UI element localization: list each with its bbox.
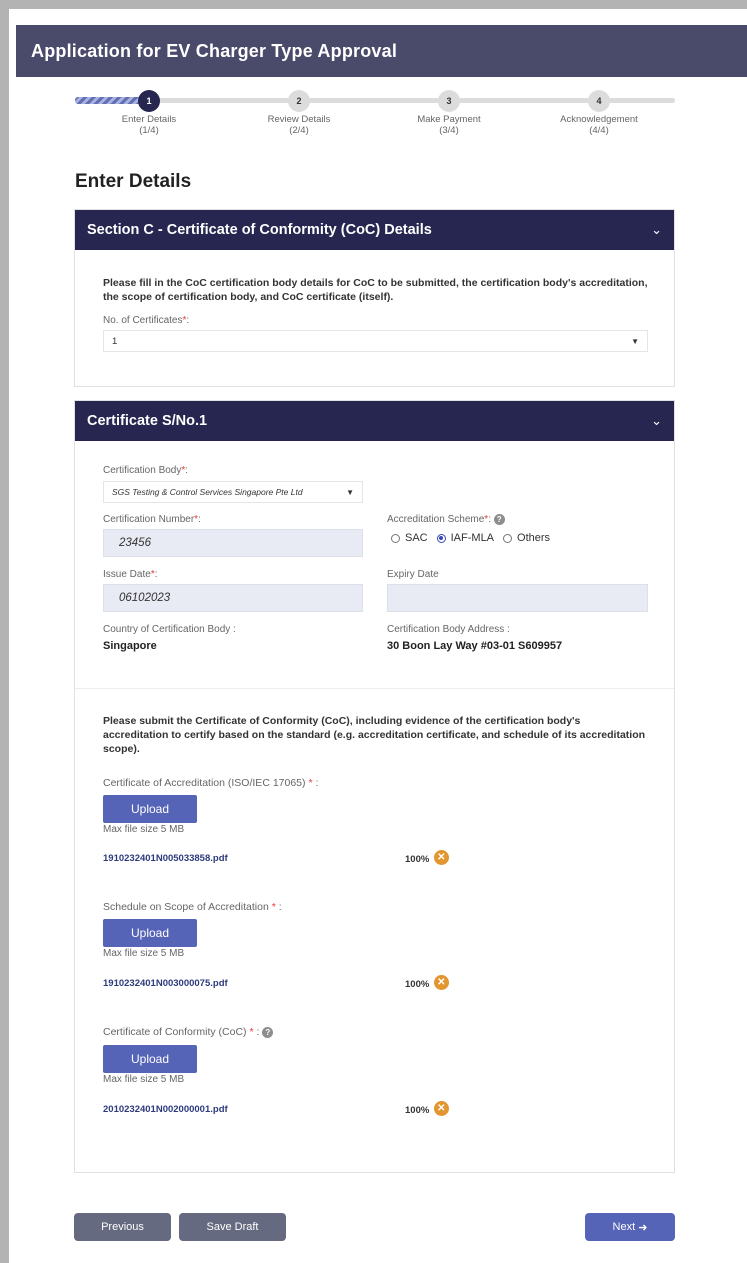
section-c-header[interactable]: Section C - Certificate of Conformity (C… [75,210,674,250]
close-circle-icon[interactable]: ✕ [433,975,449,991]
radio-sac-label: SAC [405,532,428,544]
coc-upload-button[interactable]: Upload [103,1045,197,1073]
scope-accreditation-file-link[interactable]: 1910232401N003000075.pdf [103,978,228,989]
step-number: 2 [288,90,310,112]
issue-date-input[interactable]: 06102023 [103,584,363,612]
section-c-title: Section C - Certificate of Conformity (C… [87,222,432,238]
previous-button[interactable]: Previous [74,1213,171,1241]
page-heading: Enter Details [75,171,192,192]
radio-others-label: Others [517,532,551,544]
step-enter-details[interactable]: 1 Enter Details (1/4) [94,90,204,136]
address-value: 30 Boon Lay Way #03-01 S609957 [387,640,563,652]
next-button[interactable]: Next ➜ [585,1213,675,1241]
coc-file-link[interactable]: 2010232401N002000001.pdf [103,1104,228,1115]
window-frame-top [0,0,747,9]
section-c-panel: Section C - Certificate of Conformity (C… [74,209,675,387]
step-number: 1 [138,90,160,112]
next-label: Next [612,1221,636,1233]
step-review-details[interactable]: 2 Review Details (2/4) [244,90,354,136]
radio-sac[interactable] [391,533,400,543]
radio-others[interactable] [503,533,513,543]
certification-body-select[interactable]: SGS Testing & Control Services Singapore… [103,481,363,503]
progress-percent: 100% [405,1105,430,1116]
step-count: (2/4) [289,125,309,136]
coc-progress: 100% ✕ [405,1100,449,1118]
num-certificates-value: 1 [112,335,118,347]
save-draft-button[interactable]: Save Draft [179,1213,286,1241]
accreditation-cert-label: Certificate of Accreditation (ISO/IEC 17… [103,777,319,789]
num-certificates-select[interactable]: 1 ▼ [103,330,648,352]
submit-instruction: Please submit the Certificate of Conform… [103,715,646,755]
step-number: 4 [588,90,610,112]
divider [75,688,674,689]
accreditation-cert-upload-button[interactable]: Upload [103,795,197,823]
address-label: Certification Body Address : [387,624,510,635]
chevron-down-icon[interactable]: ⌄ [651,413,662,429]
radio-iaf-mla[interactable] [436,533,446,543]
country-value: Singapore [103,640,157,652]
step-count: (4/4) [589,125,609,136]
progress-percent: 100% [405,979,430,990]
max-size-note: Max file size 5 MB [103,824,185,835]
certification-number-input[interactable]: 23456 [103,529,363,557]
max-size-note: Max file size 5 MB [103,1074,185,1085]
num-certificates-label: No. of Certificates*: [103,315,190,326]
close-circle-icon[interactable]: ✕ [433,850,449,866]
step-acknowledgement[interactable]: 4 Acknowledgement (4/4) [544,90,654,136]
coc-label: Certificate of Conformity (CoC) * : ? [103,1026,274,1038]
certification-body-label: Certification Body*: [103,465,189,476]
question-circle-icon[interactable]: ? [262,1026,274,1038]
step-label: Make Payment [417,114,481,125]
scope-accreditation-upload-button[interactable]: Upload [103,919,197,947]
certificate-header[interactable]: Certificate S/No.1 ⌄ [75,401,674,441]
accreditation-scheme-radios: SAC IAF-MLA Others [391,532,550,544]
app-title: Application for EV Charger Type Approval [31,40,398,61]
step-label: Enter Details [121,114,177,125]
chevron-down-icon[interactable]: ⌄ [651,222,662,238]
certificate-title: Certificate S/No.1 [87,413,208,429]
close-circle-icon[interactable]: ✕ [433,1101,449,1117]
issue-date-label: Issue Date*: [103,569,158,580]
arrow-right-icon: ➜ [638,1221,648,1234]
scope-accreditation-progress: 100% ✕ [405,974,449,992]
max-size-note: Max file size 5 MB [103,948,185,959]
app-header: Application for EV Charger Type Approval [16,25,747,77]
accreditation-cert-progress: 100% ✕ [405,849,449,867]
scope-accreditation-label: Schedule on Scope of Accreditation * : [103,901,282,913]
step-count: (1/4) [139,125,159,136]
step-label: Review Details [267,114,331,125]
country-label: Country of Certification Body : [103,624,236,635]
question-circle-icon[interactable]: ? [493,514,505,525]
progress-stepper: 1 Enter Details (1/4) 2 Review Details (… [75,90,675,142]
caret-down-icon: ▼ [631,336,639,346]
section-c-instruction: Please fill in the CoC certification bod… [103,277,648,303]
certification-body-value: SGS Testing & Control Services Singapore… [112,487,303,497]
progress-percent: 100% [405,854,430,865]
step-number: 3 [438,90,460,112]
certification-number-label: Certification Number*: [103,514,201,525]
certificate-panel: Certificate S/No.1 ⌄ Certification Body*… [74,400,675,1173]
accreditation-scheme-label: Accreditation Scheme*: ? [387,514,505,525]
accreditation-cert-file-link[interactable]: 1910232401N005033858.pdf [103,853,228,864]
step-label: Acknowledgement [560,114,638,125]
expiry-date-input[interactable] [387,584,648,612]
radio-iaf-mla-label: IAF-MLA [450,532,495,544]
step-count: (3/4) [439,125,459,136]
expiry-date-label: Expiry Date [387,569,439,580]
step-make-payment[interactable]: 3 Make Payment (3/4) [394,90,504,136]
caret-down-icon: ▼ [346,487,354,497]
window-frame-left [0,0,9,1263]
